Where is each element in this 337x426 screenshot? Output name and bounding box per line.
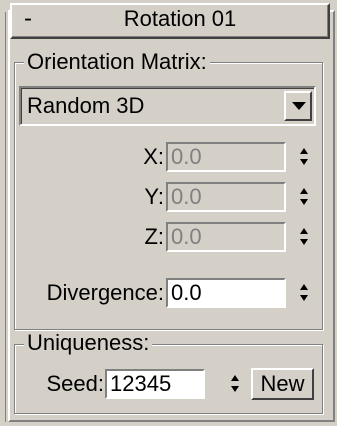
spinner-up-icon[interactable] [300, 148, 308, 154]
dropdown-button[interactable] [284, 91, 312, 121]
z-field[interactable]: 0.0 [166, 222, 286, 252]
spinner-up-icon[interactable] [300, 228, 308, 234]
seed-label: Seed: [46, 371, 105, 396]
z-label: Z: [144, 224, 164, 249]
divergence-spinner[interactable] [294, 278, 314, 308]
x-label: X: [143, 144, 164, 169]
spinner-down-icon[interactable] [300, 199, 308, 205]
orientation-matrix-label: Orientation Matrix: [24, 50, 210, 74]
y-field[interactable]: 0.0 [166, 182, 286, 212]
collapse-icon[interactable]: - [18, 6, 38, 32]
seed-field[interactable]: 12345 [105, 369, 205, 399]
orientation-dropdown-value: Random 3D [27, 93, 145, 118]
x-spinner[interactable] [294, 142, 314, 172]
divergence-field[interactable]: 0.0 [166, 278, 286, 308]
new-seed-button[interactable]: New [251, 368, 314, 400]
spinner-up-icon[interactable] [231, 375, 239, 381]
spinner-up-icon[interactable] [300, 188, 308, 194]
y-spinner[interactable] [294, 182, 314, 212]
seed-spinner[interactable] [225, 369, 245, 399]
spinner-down-icon[interactable] [300, 159, 308, 165]
spinner-down-icon[interactable] [300, 295, 308, 301]
chevron-down-icon [292, 102, 306, 110]
y-label: Y: [144, 184, 164, 209]
rollout-title[interactable]: Rotation 01 [40, 6, 320, 32]
divergence-label: Divergence: [46, 280, 164, 305]
z-spinner[interactable] [294, 222, 314, 252]
spinner-down-icon[interactable] [300, 239, 308, 245]
x-field[interactable]: 0.0 [166, 142, 286, 172]
uniqueness-label: Uniqueness: [24, 331, 153, 355]
rollout-left-line [0, 12, 6, 422]
spinner-down-icon[interactable] [231, 386, 239, 392]
spinner-up-icon[interactable] [300, 284, 308, 290]
